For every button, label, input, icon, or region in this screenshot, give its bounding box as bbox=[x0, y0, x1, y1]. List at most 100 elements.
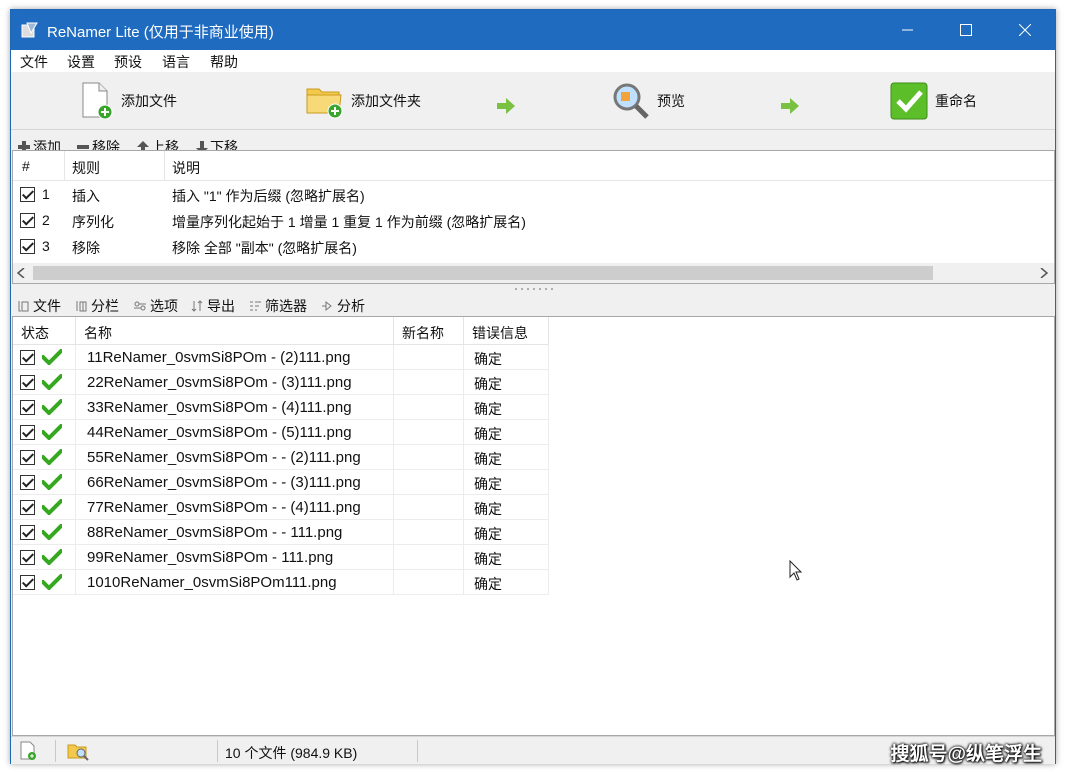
file-checkbox[interactable] bbox=[20, 475, 35, 490]
search-folder-icon[interactable] bbox=[67, 741, 89, 761]
rename-button[interactable]: 重命名 bbox=[889, 72, 977, 130]
file-state-cell bbox=[13, 545, 76, 570]
file-row[interactable]: 66ReNamer_0svmSi8POm - - (3)111.png 确定 bbox=[13, 470, 549, 495]
rule-checkbox[interactable] bbox=[20, 239, 35, 254]
col-name-header[interactable]: 名称 bbox=[76, 317, 394, 345]
columns-menu-button[interactable]: 分栏 bbox=[76, 296, 119, 316]
arrow-right-icon bbox=[497, 98, 515, 114]
file-state-cell bbox=[13, 520, 76, 545]
file-checkbox[interactable] bbox=[20, 500, 35, 515]
col-desc-header[interactable]: 说明 bbox=[172, 158, 200, 178]
add-folder-button[interactable]: 添加文件夹 bbox=[305, 72, 421, 130]
magnifier-preview-icon bbox=[613, 83, 649, 119]
file-row[interactable]: 77ReNamer_0svmSi8POm - - (4)111.png 确定 bbox=[13, 495, 549, 520]
rule-desc: 插入 "1" 作为后缀 (忽略扩展名) bbox=[172, 188, 365, 204]
rule-desc: 增量序列化起始于 1 增量 1 重复 1 作为前缀 (忽略扩展名) bbox=[172, 214, 526, 230]
maximize-button[interactable] bbox=[937, 10, 995, 50]
app-window: ReNamer Lite (仅用于非商业使用) 文件 设置 预设 语言 帮助 添… bbox=[10, 9, 1056, 764]
file-row[interactable]: 11ReNamer_0svmSi8POm - (2)111.png 确定 bbox=[13, 345, 549, 370]
minimize-icon bbox=[902, 29, 913, 31]
file-row[interactable]: 88ReNamer_0svmSi8POm - - 111.png 确定 bbox=[13, 520, 549, 545]
file-new-name-cell bbox=[394, 420, 464, 445]
export-menu-button[interactable]: 导出 bbox=[191, 296, 235, 316]
file-row[interactable]: 55ReNamer_0svmSi8POm - - (2)111.png 确定 bbox=[13, 445, 549, 470]
options-menu-label: 选项 bbox=[150, 298, 178, 314]
rules-header: # 规则 说明 bbox=[13, 151, 1054, 181]
col-error-header[interactable]: 错误信息 bbox=[464, 317, 549, 345]
file-state-cell bbox=[13, 420, 76, 445]
files-list[interactable]: 状态 名称 新名称 错误信息 11ReNamer_0svmSi8POm - (2… bbox=[12, 316, 1055, 736]
file-state-cell bbox=[13, 495, 76, 520]
rules-list[interactable]: # 规则 说明 1 插入 插入 "1" 作为后缀 (忽略扩展名) 2 序列化 增… bbox=[12, 150, 1055, 284]
file-row[interactable]: 99ReNamer_0svmSi8POm - 111.png 确定 bbox=[13, 545, 549, 570]
scroll-thumb[interactable] bbox=[33, 266, 933, 280]
file-name: 99ReNamer_0svmSi8POm - 111.png bbox=[87, 549, 334, 566]
ok-check-icon bbox=[42, 574, 62, 590]
file-checkbox[interactable] bbox=[20, 525, 35, 540]
ok-check-icon bbox=[42, 474, 62, 490]
file-row[interactable]: 22ReNamer_0svmSi8POm - (3)111.png 确定 bbox=[13, 370, 549, 395]
rule-name: 插入 bbox=[72, 188, 100, 204]
file-name: 66ReNamer_0svmSi8POm - - (3)111.png bbox=[87, 474, 361, 491]
file-error-cell: 确定 bbox=[464, 545, 549, 570]
grip-dots-icon bbox=[515, 288, 553, 290]
file-error-cell: 确定 bbox=[464, 420, 549, 445]
file-name-cell: 88ReNamer_0svmSi8POm - - 111.png bbox=[76, 520, 394, 545]
file-new-name-cell bbox=[394, 470, 464, 495]
rule-checkbox[interactable] bbox=[20, 213, 35, 228]
minimize-button[interactable] bbox=[879, 10, 937, 50]
file-new-name-cell bbox=[394, 445, 464, 470]
files-menu-button[interactable]: 文件 bbox=[18, 296, 61, 316]
columns-menu-label: 分栏 bbox=[91, 298, 119, 314]
file-name: 55ReNamer_0svmSi8POm - - (2)111.png bbox=[87, 449, 361, 466]
file-row[interactable]: 1010ReNamer_0svmSi8POm111.png 确定 bbox=[13, 570, 549, 595]
add-files-label: 添加文件 bbox=[121, 93, 177, 109]
rule-checkbox[interactable] bbox=[20, 187, 35, 202]
file-name-cell: 33ReNamer_0svmSi8POm - (4)111.png bbox=[76, 395, 394, 420]
menu-presets[interactable]: 预设 bbox=[114, 52, 142, 72]
menu-bar: 文件 设置 预设 语言 帮助 bbox=[11, 50, 1055, 72]
menu-file[interactable]: 文件 bbox=[20, 52, 48, 72]
rule-row[interactable]: 2 序列化 增量序列化起始于 1 增量 1 重复 1 作为前缀 (忽略扩展名) bbox=[13, 208, 1054, 234]
file-checkbox[interactable] bbox=[20, 350, 35, 365]
menu-language[interactable]: 语言 bbox=[162, 52, 190, 72]
scroll-left-icon[interactable] bbox=[17, 268, 25, 278]
rule-row[interactable]: 3 移除 移除 全部 "副本" (忽略扩展名) bbox=[13, 234, 1054, 260]
export-icon bbox=[191, 300, 203, 312]
rules-horizontal-scrollbar[interactable] bbox=[13, 263, 1054, 283]
add-files-button[interactable]: 添加文件 bbox=[79, 72, 177, 130]
rule-row[interactable]: 1 插入 插入 "1" 作为后缀 (忽略扩展名) bbox=[13, 182, 1054, 208]
file-checkbox[interactable] bbox=[20, 425, 35, 440]
file-row[interactable]: 44ReNamer_0svmSi8POm - (5)111.png 确定 bbox=[13, 420, 549, 445]
file-checkbox[interactable] bbox=[20, 375, 35, 390]
file-name-cell: 11ReNamer_0svmSi8POm - (2)111.png bbox=[76, 345, 394, 370]
filter-menu-button[interactable]: 筛选器 bbox=[249, 296, 307, 316]
watermark-text: 搜狐号@纵笔浮生 bbox=[890, 744, 1042, 765]
file-name: 11ReNamer_0svmSi8POm - (2)111.png bbox=[87, 349, 351, 366]
file-error: 确定 bbox=[474, 451, 502, 467]
menu-settings[interactable]: 设置 bbox=[67, 52, 95, 72]
file-name-cell: 22ReNamer_0svmSi8POm - (3)111.png bbox=[76, 370, 394, 395]
file-checkbox[interactable] bbox=[20, 450, 35, 465]
file-error: 确定 bbox=[474, 576, 502, 592]
panel-splitter[interactable] bbox=[11, 284, 1055, 294]
add-folder-icon bbox=[306, 88, 343, 119]
col-rule-header[interactable]: 规则 bbox=[72, 158, 100, 178]
options-menu-button[interactable]: 选项 bbox=[134, 296, 178, 316]
title-bar[interactable]: ReNamer Lite (仅用于非商业使用) bbox=[11, 10, 1055, 50]
close-button[interactable] bbox=[996, 10, 1054, 50]
col-new-name-label: 新名称 bbox=[402, 325, 444, 341]
add-file-small-icon[interactable] bbox=[19, 741, 37, 761]
file-checkbox[interactable] bbox=[20, 550, 35, 565]
menu-help[interactable]: 帮助 bbox=[210, 52, 238, 72]
col-state-header[interactable]: 状态 bbox=[13, 317, 76, 345]
col-num-header[interactable]: # bbox=[22, 158, 30, 174]
file-checkbox[interactable] bbox=[20, 400, 35, 415]
scroll-right-icon[interactable] bbox=[1040, 268, 1048, 278]
preview-button[interactable]: 预览 bbox=[611, 72, 685, 130]
col-new-name-header[interactable]: 新名称 bbox=[394, 317, 464, 345]
col-state-label: 状态 bbox=[21, 325, 49, 341]
file-row[interactable]: 33ReNamer_0svmSi8POm - (4)111.png 确定 bbox=[13, 395, 549, 420]
file-checkbox[interactable] bbox=[20, 575, 35, 590]
analyze-menu-button[interactable]: 分析 bbox=[321, 296, 365, 316]
